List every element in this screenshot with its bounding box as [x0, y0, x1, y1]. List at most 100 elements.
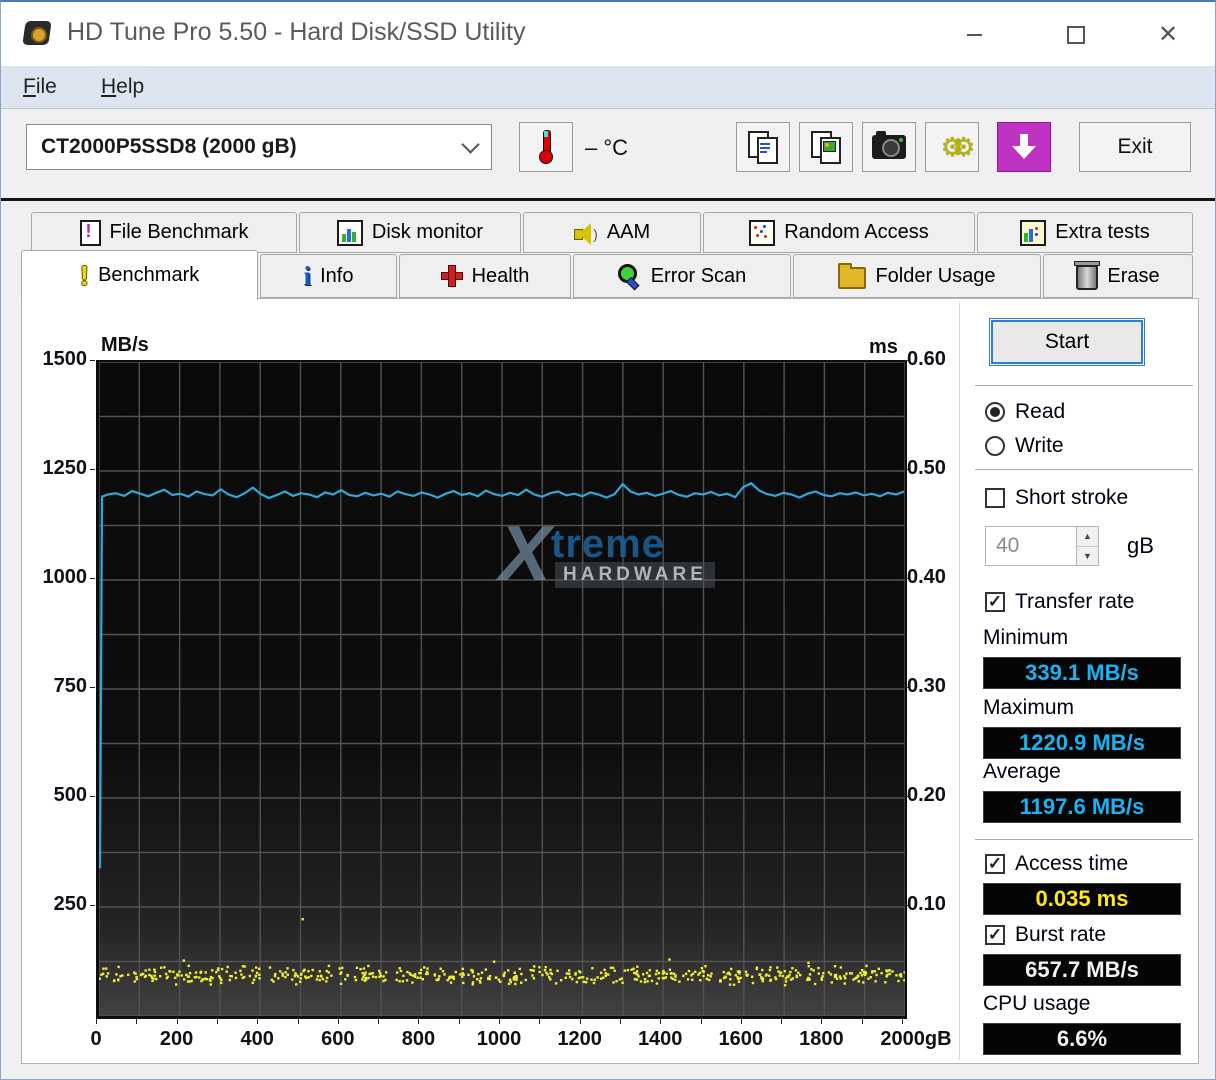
- health-cross-icon: [440, 265, 463, 287]
- cpu-usage-label: CPU usage: [983, 992, 1091, 1015]
- access-time-option[interactable]: ✓ Access time: [985, 852, 1128, 876]
- menu-file[interactable]: File: [17, 73, 63, 101]
- axis-label: 1600: [718, 1028, 764, 1050]
- tab-erase[interactable]: Erase: [1043, 254, 1193, 298]
- watermark-hardware: HARDWARE: [555, 562, 715, 588]
- short-stroke-size-input[interactable]: 40: [985, 526, 1077, 566]
- write-label: Write: [1015, 434, 1064, 457]
- thermometer-icon: [539, 130, 553, 164]
- burst-rate-value: 657.7 MB/s: [983, 954, 1181, 986]
- axis-tick: [297, 1018, 299, 1024]
- y-right-unit: ms: [869, 336, 898, 358]
- temperature-button[interactable]: [519, 122, 573, 172]
- access-time-checkbox[interactable]: ✓: [985, 854, 1005, 874]
- tab-label: AAM: [606, 221, 651, 243]
- axis-tick: [903, 360, 908, 361]
- axis-tick: [90, 687, 95, 688]
- axis-tick: [619, 1018, 621, 1024]
- menu-help[interactable]: Help: [95, 73, 150, 101]
- axis-tick: [499, 1018, 500, 1024]
- chart-canvas: [99, 362, 905, 1016]
- exclamation-icon: !: [79, 259, 90, 291]
- axis-tick: [781, 1018, 783, 1024]
- minimum-value: 339.1 MB/s: [983, 657, 1181, 689]
- read-option[interactable]: Read: [985, 400, 1065, 424]
- watermark-x: X: [499, 509, 552, 597]
- spin-up-button[interactable]: ▲: [1077, 527, 1098, 547]
- maximum-value: 1220.9 MB/s: [983, 727, 1181, 759]
- axis-tick: [861, 1018, 863, 1024]
- burst-rate-option[interactable]: ✓ Burst rate: [985, 923, 1106, 947]
- axis-label: 0: [90, 1028, 102, 1050]
- axis-tick: [337, 1018, 339, 1024]
- copy-image-button[interactable]: [799, 122, 853, 172]
- tab-health[interactable]: Health: [399, 254, 571, 298]
- tab-extra-tests[interactable]: Extra tests: [977, 212, 1193, 253]
- axis-label: 0.30: [907, 675, 946, 697]
- write-option[interactable]: Write: [985, 434, 1064, 458]
- tab-random-access[interactable]: Random Access: [703, 212, 975, 253]
- axis-tick: [90, 905, 95, 906]
- axis-label: 400: [240, 1028, 274, 1050]
- axis-tick: [903, 796, 908, 797]
- axis-label: 1800: [799, 1028, 844, 1050]
- y-left-unit: MB/s: [101, 334, 149, 356]
- axis-label: 1250: [42, 457, 88, 479]
- minimize-icon: [966, 34, 982, 36]
- maximize-icon: [1067, 26, 1085, 44]
- info-icon: i: [303, 260, 312, 291]
- tab-label: Folder Usage: [875, 264, 996, 287]
- copy-text-icon: [748, 131, 778, 164]
- maximum-label: Maximum: [983, 696, 1075, 719]
- transfer-rate-checkbox[interactable]: ✓: [985, 592, 1005, 612]
- disk-monitor-icon: [336, 219, 363, 246]
- tab-file-benchmark[interactable]: ! File Benchmark: [31, 212, 297, 253]
- tab-benchmark[interactable]: ! Benchmark: [21, 250, 258, 300]
- axis-tick: [136, 1018, 138, 1024]
- tab-error-scan[interactable]: Error Scan: [573, 254, 791, 298]
- axis-tick: [216, 1018, 218, 1024]
- settings-button[interactable]: ⚙⚙: [925, 122, 979, 172]
- tab-label: Erase: [1107, 264, 1160, 287]
- close-icon: ✕: [1157, 21, 1179, 48]
- tab-folder-usage[interactable]: Folder Usage: [793, 254, 1041, 298]
- axis-label: 1000: [42, 566, 88, 588]
- copy-image-icon: [811, 131, 841, 164]
- copy-text-button[interactable]: [736, 122, 790, 172]
- axis-tick: [821, 1018, 823, 1024]
- window-title: HD Tune Pro 5.50 - Hard Disk/SSD Utility: [67, 18, 526, 46]
- tab-aam[interactable]: ) AAM: [523, 212, 701, 253]
- axis-tick: [579, 1018, 581, 1024]
- drive-select[interactable]: CT2000P5SSD8 (2000 gB): [26, 124, 492, 170]
- axis-label: 0.20: [907, 784, 946, 806]
- axis-label: 1000: [476, 1028, 522, 1050]
- tab-label: Error Scan: [650, 264, 747, 287]
- tab-info[interactable]: i Info: [260, 254, 397, 298]
- exit-button[interactable]: Exit: [1079, 122, 1191, 172]
- close-button[interactable]: ✕: [1145, 20, 1191, 50]
- axis-label: 2000gB: [880, 1028, 952, 1050]
- axis-label: 0.10: [907, 893, 946, 915]
- save-button[interactable]: [997, 122, 1051, 172]
- access-time-label: Access time: [1015, 852, 1129, 875]
- screenshot-button[interactable]: [862, 122, 916, 172]
- magnifier-icon: [617, 264, 642, 291]
- maximize-button[interactable]: [1053, 20, 1099, 50]
- axis-label: 600: [321, 1028, 355, 1050]
- axis-tick: [378, 1018, 380, 1024]
- read-radio[interactable]: [985, 402, 1005, 422]
- tab-disk-monitor[interactable]: Disk monitor: [299, 212, 521, 253]
- write-radio[interactable]: [985, 436, 1005, 456]
- axis-tick: [903, 687, 908, 688]
- axis-tick: [176, 1018, 178, 1024]
- short-stroke-option[interactable]: Short stroke: [985, 486, 1128, 510]
- start-button[interactable]: Start: [989, 318, 1145, 366]
- minimize-button[interactable]: [951, 20, 997, 50]
- trash-icon: [1074, 261, 1101, 290]
- spin-down-button[interactable]: ▼: [1077, 546, 1098, 565]
- short-stroke-size: 40 ▲ ▼ gB: [985, 526, 1154, 566]
- burst-rate-checkbox[interactable]: ✓: [985, 925, 1005, 945]
- transfer-rate-option[interactable]: ✓ Transfer rate: [985, 590, 1134, 614]
- short-stroke-checkbox[interactable]: [985, 488, 1005, 508]
- axis-label: 1500: [42, 348, 88, 370]
